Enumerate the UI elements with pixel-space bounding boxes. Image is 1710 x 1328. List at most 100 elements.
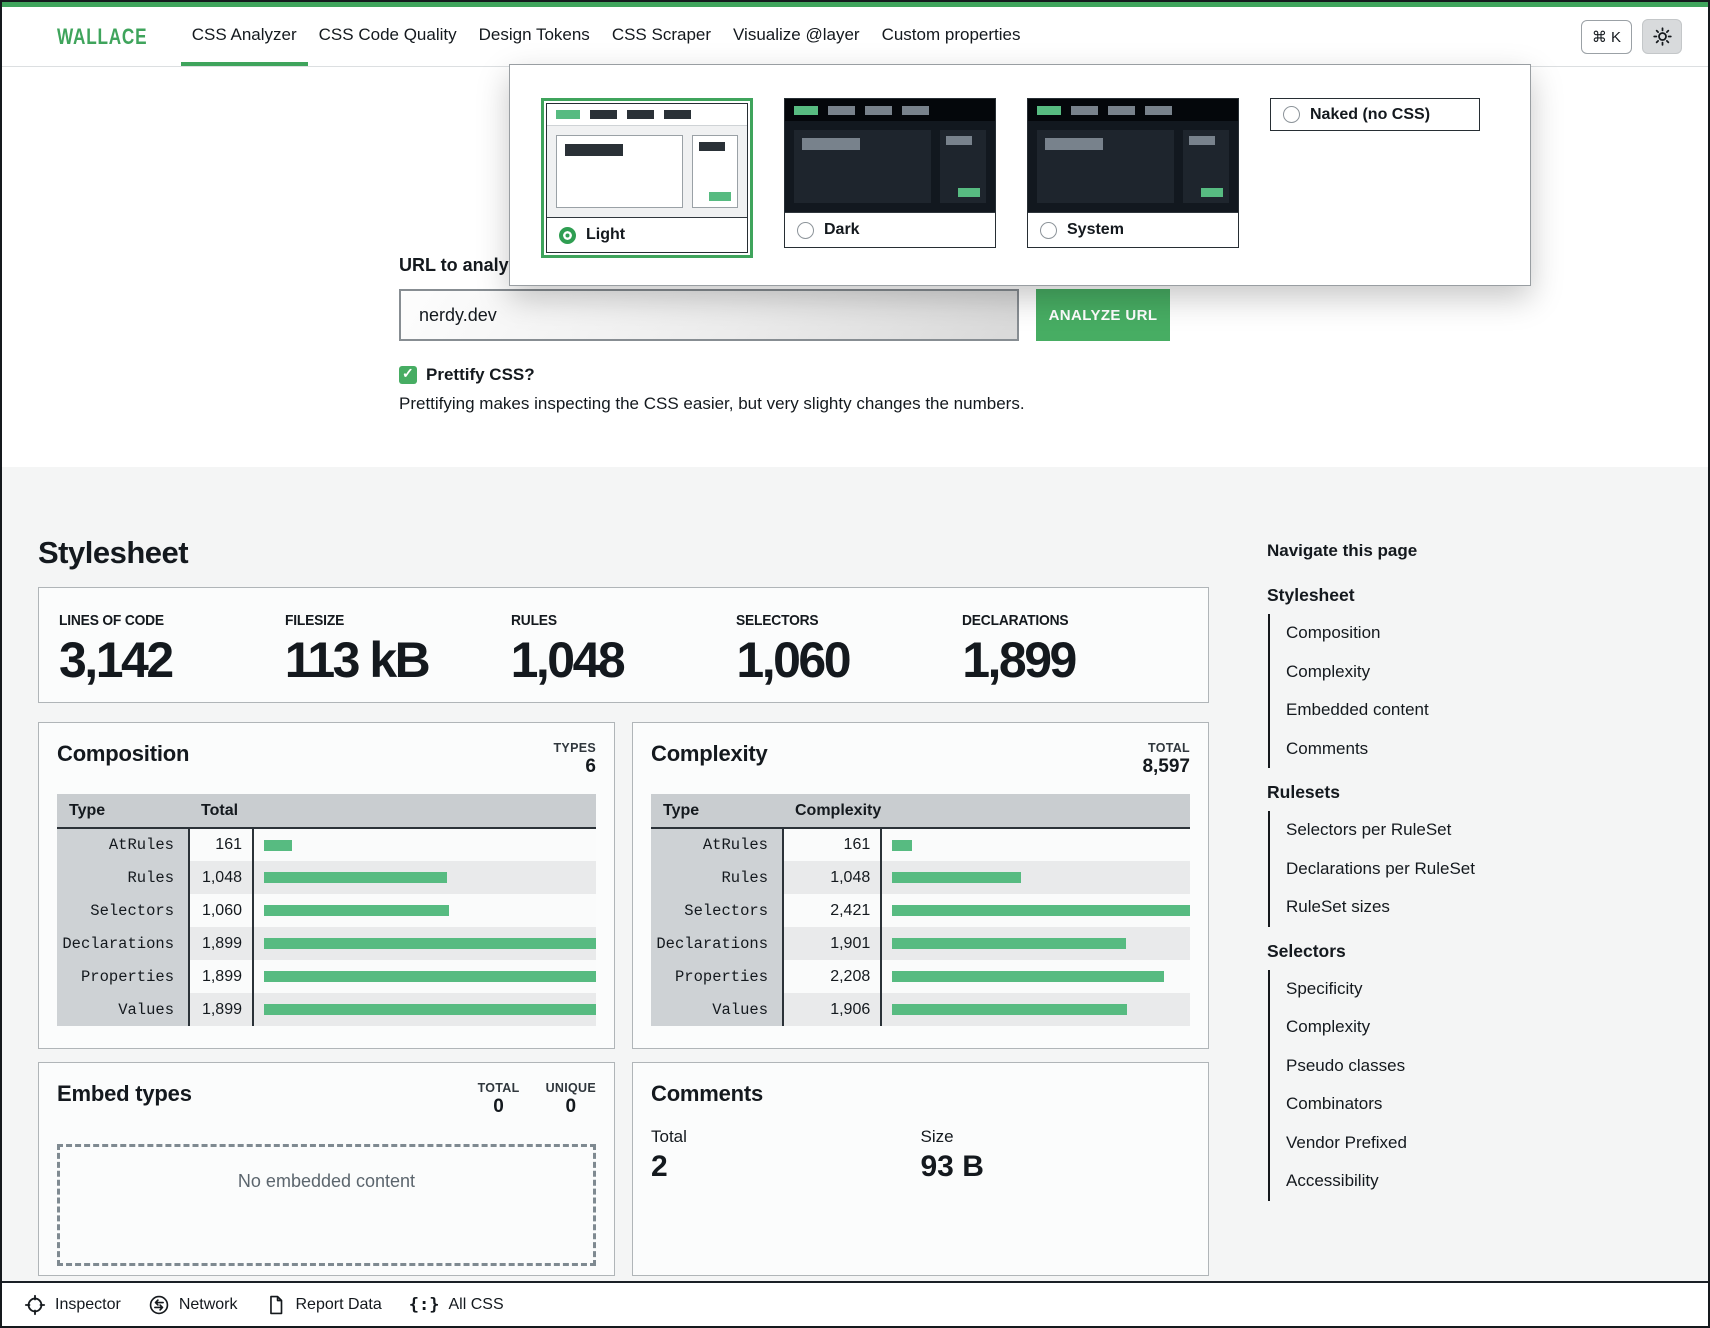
bottom-bar-all-css[interactable]: {:}All CSS xyxy=(409,1295,504,1315)
theme-option-shell: System xyxy=(1027,98,1239,248)
theme-option-light[interactable]: Light xyxy=(541,98,753,258)
file-icon xyxy=(265,1294,287,1316)
command-palette-button[interactable]: ⌘ K xyxy=(1581,20,1632,54)
embed-types-card: Embed types TOTAL 0 UNIQUE 0 No embedded… xyxy=(38,1062,615,1276)
stat-label: FILESIZE xyxy=(285,612,493,629)
toc-item-accessibility[interactable]: Accessibility xyxy=(1286,1162,1502,1201)
stat-label: RULES xyxy=(511,612,719,629)
toc-item-specificity[interactable]: Specificity xyxy=(1286,970,1502,1009)
nav-item-design-tokens[interactable]: Design Tokens xyxy=(468,7,601,66)
accent-block xyxy=(794,106,818,115)
row-bar-cell xyxy=(881,927,1190,960)
nav-item-css-analyzer[interactable]: CSS Analyzer xyxy=(181,7,308,66)
theme-picker-dropdown: Light Dark System Naked (no CSS) xyxy=(509,64,1531,286)
stat-value: 1,048 xyxy=(511,631,737,689)
toc-group-rulesets[interactable]: Rulesets xyxy=(1267,782,1502,803)
embed-types-title: Embed types xyxy=(57,1081,192,1107)
theme-toggle-button[interactable] xyxy=(1642,19,1682,54)
bottom-bar-inspector[interactable]: Inspector xyxy=(24,1294,121,1316)
row-value: 1,048 xyxy=(189,861,253,894)
bottom-bar-network[interactable]: Network xyxy=(148,1294,238,1316)
toc-item-combinators[interactable]: Combinators xyxy=(1286,1085,1502,1124)
theme-preview-thumbnail xyxy=(785,99,995,212)
table-row: AtRules161 xyxy=(57,828,596,861)
toc-group-selectors[interactable]: Selectors xyxy=(1267,941,1502,962)
toc-item-pseudo-classes[interactable]: Pseudo classes xyxy=(1286,1047,1502,1086)
bottom-bar-label: Inspector xyxy=(55,1296,121,1314)
nav-item-css-code-quality[interactable]: CSS Code Quality xyxy=(308,7,468,66)
wallace-logo[interactable]: WALLACE xyxy=(57,24,147,50)
prettify-label: Prettify CSS? xyxy=(426,365,535,385)
theme-option-dark[interactable]: Dark xyxy=(784,98,996,248)
embed-unique-label: UNIQUE xyxy=(546,1081,596,1095)
row-type: Selectors xyxy=(57,894,189,927)
column-header-complexity: Complexity xyxy=(783,794,881,828)
row-bar-cell xyxy=(253,993,596,1026)
value-bar xyxy=(892,872,1021,883)
stat-label: DECLARATIONS xyxy=(962,612,1170,629)
accent-bar xyxy=(958,188,980,197)
content-bar xyxy=(1045,138,1103,150)
theme-preview-side-panel xyxy=(940,130,986,203)
nav-block xyxy=(828,106,855,115)
theme-option-naked-no-css[interactable]: Naked (no CSS) xyxy=(1270,98,1480,131)
row-type: Values xyxy=(57,993,189,1026)
value-bar xyxy=(264,1004,596,1015)
theme-option-label: System xyxy=(1067,221,1124,239)
bottom-bar-label: Report Data xyxy=(296,1296,382,1314)
prettify-checkbox[interactable] xyxy=(399,366,417,384)
row-type: Rules xyxy=(651,861,783,894)
stat-value: 1,060 xyxy=(736,631,962,689)
toc-item-ruleset-sizes[interactable]: RuleSet sizes xyxy=(1286,888,1502,927)
nav-block xyxy=(865,106,892,115)
table-row: Properties2,208 xyxy=(651,960,1190,993)
toc-group-stylesheet[interactable]: Stylesheet xyxy=(1267,585,1502,606)
toc-item-composition[interactable]: Composition xyxy=(1286,614,1502,653)
radio-icon[interactable] xyxy=(1283,106,1300,123)
theme-option-system[interactable]: System xyxy=(1027,98,1239,248)
toc-item-vendor-prefixed[interactable]: Vendor Prefixed xyxy=(1286,1124,1502,1163)
bottom-bar-report-data[interactable]: Report Data xyxy=(265,1294,382,1316)
row-type: Declarations xyxy=(651,927,783,960)
nav-item-visualize-layer[interactable]: Visualize @layer xyxy=(722,7,871,66)
column-header-total: Total xyxy=(189,794,253,828)
nav-item-custom-properties[interactable]: Custom properties xyxy=(871,7,1032,66)
theme-preview-side-panel xyxy=(692,135,738,208)
radio-icon[interactable] xyxy=(1040,222,1057,239)
theme-preview-main-panel xyxy=(794,130,931,203)
radio-icon[interactable] xyxy=(797,222,814,239)
row-type: Values xyxy=(651,993,783,1026)
theme-option-label-row: Light xyxy=(547,217,747,252)
nav-item-css-scraper[interactable]: CSS Scraper xyxy=(601,7,722,66)
main-nav: CSS AnalyzerCSS Code QualityDesign Token… xyxy=(181,7,1032,66)
theme-preview-thumbnail xyxy=(547,104,747,217)
toc-item-complexity[interactable]: Complexity xyxy=(1286,1008,1502,1047)
radio-icon[interactable] xyxy=(559,227,576,244)
stat-lines-of-code: LINES OF CODE3,142 xyxy=(59,612,285,702)
page-toc: Navigate this page StylesheetComposition… xyxy=(1267,541,1502,1201)
toc-item-complexity[interactable]: Complexity xyxy=(1286,653,1502,692)
value-bar xyxy=(892,971,1164,982)
nav-block xyxy=(1145,106,1172,115)
row-bar-cell xyxy=(881,960,1190,993)
theme-preview-thumbnail xyxy=(1028,99,1238,212)
toc-item-comments[interactable]: Comments xyxy=(1286,730,1502,769)
row-value: 1,906 xyxy=(783,993,881,1026)
row-bar-cell xyxy=(253,960,596,993)
row-value: 1,899 xyxy=(189,993,253,1026)
toc-item-selectors-per-ruleset[interactable]: Selectors per RuleSet xyxy=(1286,811,1502,850)
theme-option-label: Naked (no CSS) xyxy=(1310,106,1430,124)
accent-bar xyxy=(709,192,731,201)
analyze-url-button[interactable]: ANALYZE URL xyxy=(1036,289,1170,341)
comments-card: Comments Total 2 Size 93 B xyxy=(632,1062,1209,1276)
column-header-type: Type xyxy=(57,794,189,828)
stat-declarations: DECLARATIONS1,899 xyxy=(962,612,1188,702)
row-bar-cell xyxy=(881,861,1190,894)
toc-group-list: CompositionComplexityEmbedded contentCom… xyxy=(1268,614,1502,768)
toc-item-embedded-content[interactable]: Embedded content xyxy=(1286,691,1502,730)
toc-item-declarations-per-ruleset[interactable]: Declarations per RuleSet xyxy=(1286,850,1502,889)
comments-title: Comments xyxy=(651,1081,763,1107)
url-input[interactable] xyxy=(399,289,1019,341)
table-row: Rules1,048 xyxy=(651,861,1190,894)
row-value: 2,421 xyxy=(783,894,881,927)
